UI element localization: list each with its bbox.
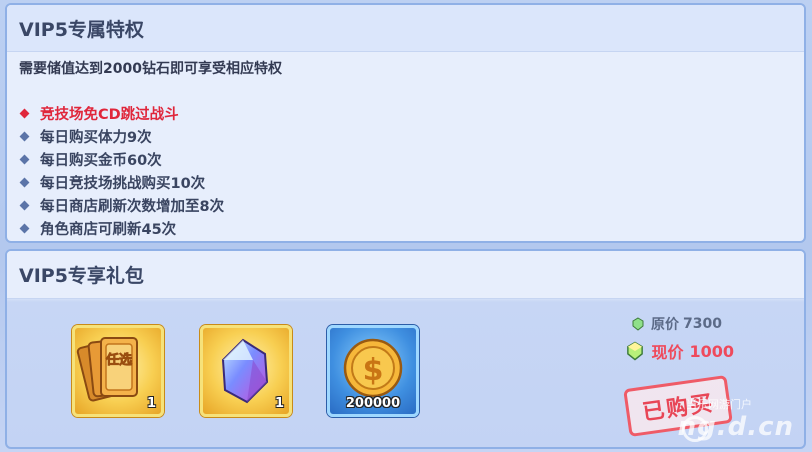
perk-text: 每日竞技场挑战购买10次: [40, 176, 206, 192]
watermark-site-name: 当乐网游门户: [686, 398, 752, 411]
perk-item: 每日竞技场挑战购买10次: [19, 171, 224, 194]
diamond-small-icon: [627, 341, 644, 361]
diamond-bullet-icon: [19, 223, 30, 234]
gift-item-diamond[interactable]: 1: [200, 325, 292, 417]
current-price: 现价 1000: [625, 339, 734, 363]
diamond-bullet-icon: [19, 108, 30, 119]
item-quantity: 1: [146, 396, 156, 411]
watermark-domain: ng.d.cn: [677, 412, 794, 442]
card-text: 任选: [105, 352, 132, 368]
diamond-bullet-icon: [19, 131, 30, 142]
diamond-bullet-icon: [19, 177, 30, 188]
current-price-label: 现价: [651, 343, 684, 362]
diamond-small-icon: [632, 317, 644, 331]
perk-text: 每日购买体力9次: [40, 130, 152, 146]
original-price-value: 7300: [683, 316, 722, 332]
item-quantity: 200000: [345, 396, 401, 411]
perk-list: 竞技场免CD跳过战斗 每日购买体力9次 每日购买金币60次 每日竞技场挑战购买1…: [19, 102, 224, 240]
original-price-label: 原价: [651, 317, 680, 333]
perk-item: 角色商店可刷新45次: [19, 217, 224, 240]
diamond-bullet-icon: [19, 154, 30, 165]
perk-text: 每日商店刷新次数增加至8次: [40, 199, 225, 215]
original-price: 原价 7300: [631, 314, 722, 334]
perk-text: 每日购买金币60次: [40, 153, 162, 169]
item-quantity: 1: [274, 396, 284, 411]
privilege-requirement: 需要储值达到2000钻石即可享受相应特权: [19, 61, 282, 77]
perk-text: 角色商店可刷新45次: [40, 222, 177, 238]
diamond-bullet-icon: [19, 200, 30, 211]
gift-title: VIP5专享礼包: [7, 251, 804, 299]
privilege-title: VIP5专属特权: [7, 5, 804, 52]
gift-item-gold-coin[interactable]: $ 200000: [327, 325, 419, 417]
svg-text:$: $: [363, 353, 384, 388]
gift-item-selection-card[interactable]: 任选 1: [72, 325, 164, 417]
privilege-panel: VIP5专属特权 需要储值达到2000钻石即可享受相应特权 竞技场免CD跳过战斗…: [5, 3, 806, 243]
perk-item: 每日购买体力9次: [19, 125, 224, 148]
perk-item: 每日购买金币60次: [19, 148, 224, 171]
current-price-value: 1000: [689, 341, 734, 361]
perk-item: 竞技场免CD跳过战斗: [19, 102, 224, 125]
perk-item: 每日商店刷新次数增加至8次: [19, 194, 224, 217]
perk-text: 竞技场免CD跳过战斗: [40, 107, 179, 123]
